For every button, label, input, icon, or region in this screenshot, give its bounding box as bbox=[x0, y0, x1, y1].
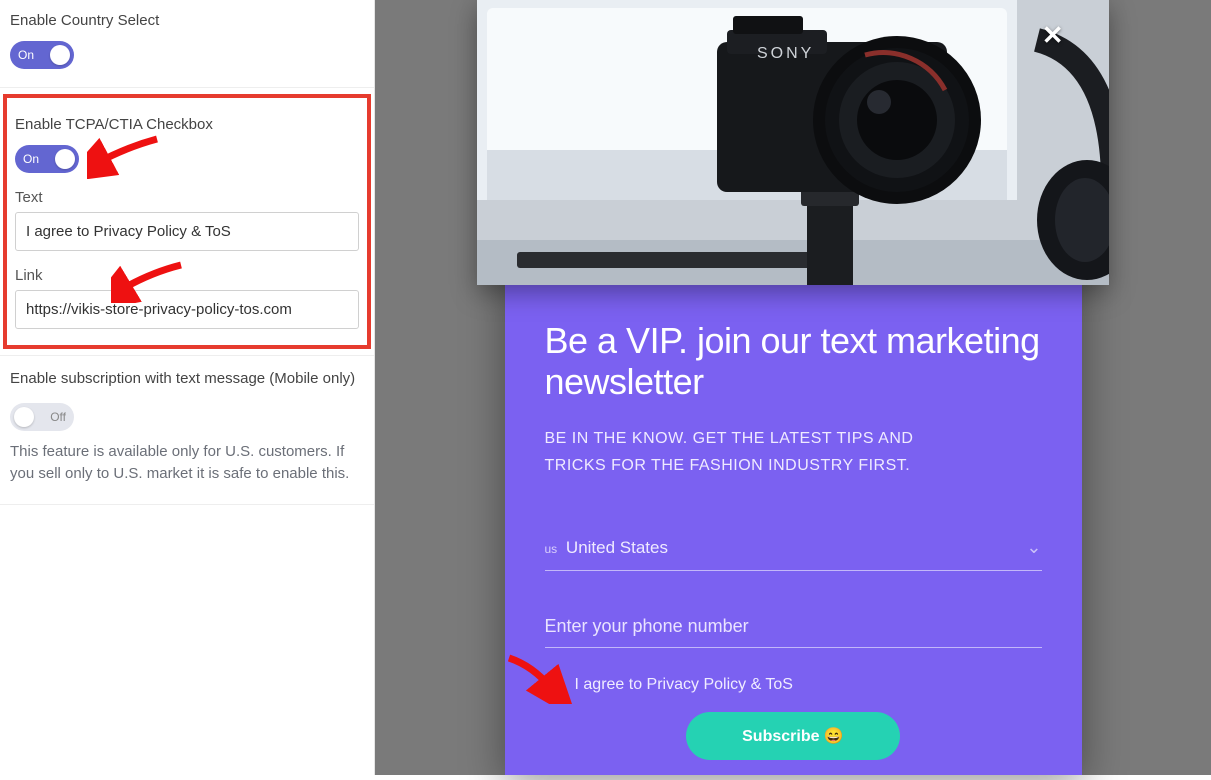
country-prefix: us bbox=[545, 542, 558, 556]
chevron-down-icon: ⌄ bbox=[1026, 537, 1041, 558]
section-country-select: Enable Country Select On bbox=[0, 0, 374, 88]
toggle-label: On bbox=[18, 48, 34, 62]
toggle-label: Off bbox=[50, 410, 66, 424]
country-select-toggle[interactable]: On bbox=[10, 41, 74, 69]
subscribe-button[interactable]: Subscribe 😄 bbox=[686, 712, 900, 760]
toggle-knob bbox=[50, 45, 70, 65]
country-select-heading: Enable Country Select bbox=[10, 12, 364, 29]
toggle-knob bbox=[55, 149, 75, 169]
tcpa-highlight-box: Enable TCPA/CTIA Checkbox On Text Link bbox=[3, 94, 371, 349]
country-select-value: us United States bbox=[545, 538, 668, 558]
popup-title: Be a VIP. join our text marketing newsle… bbox=[545, 320, 1042, 403]
phone-input-row bbox=[545, 616, 1042, 648]
country-select[interactable]: us United States ⌄ bbox=[545, 529, 1042, 571]
country-name: United States bbox=[566, 538, 668, 557]
section-mobile-subscription: Enable subscription with text message (M… bbox=[0, 355, 374, 505]
close-icon[interactable]: ✕ bbox=[1042, 20, 1064, 51]
mobile-sub-heading: Enable subscription with text message (M… bbox=[10, 368, 364, 391]
toggle-knob bbox=[14, 407, 34, 427]
mobile-sub-note: This feature is available only for U.S. … bbox=[10, 441, 364, 486]
popup-hero-image: SONY bbox=[477, 0, 1109, 285]
popup-subtitle: BE IN THE KNOW. GET THE LATEST TIPS AND … bbox=[545, 425, 975, 479]
agree-checkbox[interactable] bbox=[545, 676, 563, 694]
annotation-arrow-icon bbox=[87, 129, 167, 179]
config-panel: Enable Country Select On Enable TCPA/CTI… bbox=[0, 0, 375, 775]
tcpa-link-input[interactable] bbox=[15, 290, 359, 329]
toggle-label: On bbox=[23, 152, 39, 166]
phone-input[interactable] bbox=[545, 616, 1042, 637]
popup-body: Be a VIP. join our text marketing newsle… bbox=[505, 285, 1082, 780]
svg-text:SONY: SONY bbox=[757, 45, 814, 62]
text-field-label: Text bbox=[15, 189, 359, 206]
link-field-label: Link bbox=[15, 267, 359, 284]
mobile-sub-toggle[interactable]: Off bbox=[10, 403, 74, 431]
agree-row: I agree to Privacy Policy & ToS bbox=[545, 676, 1042, 694]
preview-area: ✕ SONY bbox=[375, 0, 1211, 775]
tcpa-heading: Enable TCPA/CTIA Checkbox bbox=[15, 116, 359, 133]
popup-card: ✕ SONY bbox=[505, 0, 1082, 775]
tcpa-toggle[interactable]: On bbox=[15, 145, 79, 173]
tcpa-text-input[interactable] bbox=[15, 212, 359, 251]
agree-label: I agree to Privacy Policy & ToS bbox=[575, 676, 793, 694]
